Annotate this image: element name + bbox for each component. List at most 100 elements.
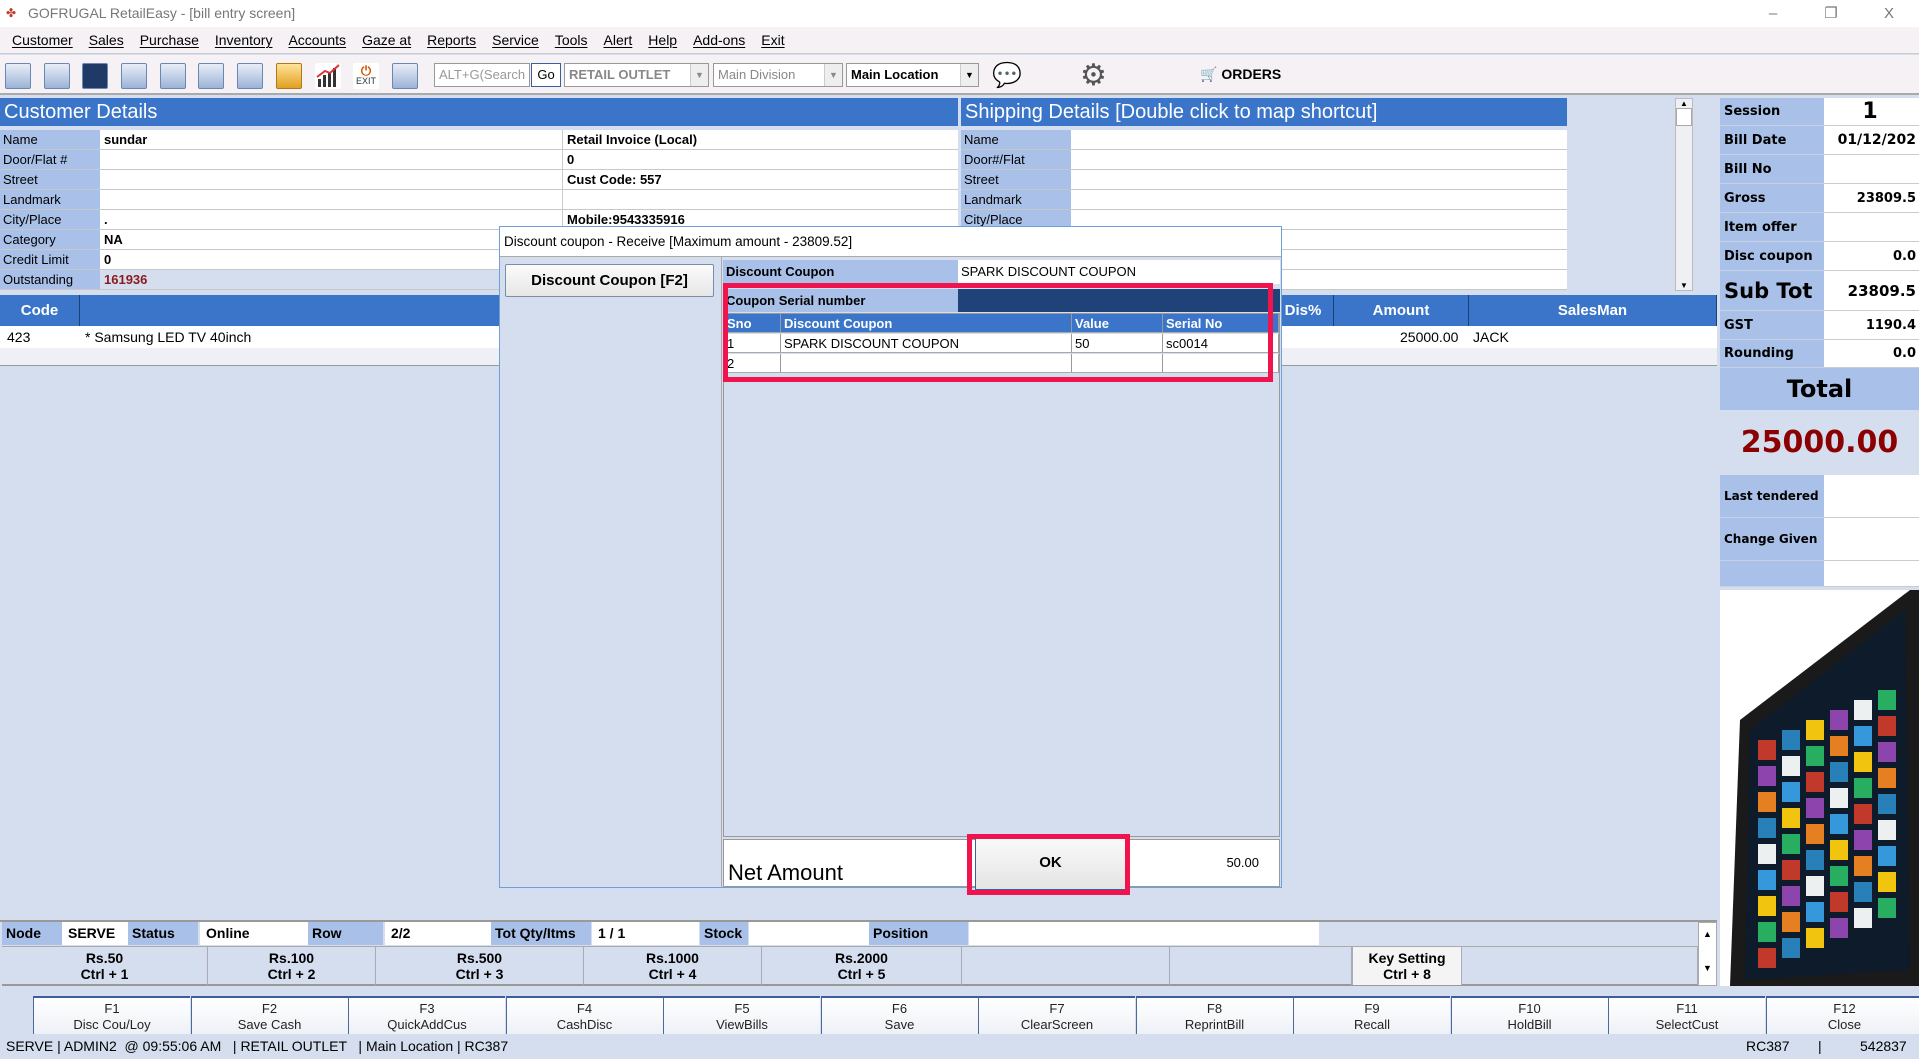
division-select[interactable]: Main Division ▼: [713, 63, 843, 87]
tv-app-tile: [1854, 908, 1872, 928]
shipping-value[interactable]: [1071, 150, 1567, 170]
printer-icon[interactable]: [160, 63, 186, 89]
customers-icon[interactable]: [82, 63, 108, 89]
field-value-door-flat[interactable]: [100, 150, 562, 170]
function-key-f9[interactable]: F9 Recall: [1293, 996, 1450, 1034]
menu-exit[interactable]: Exit: [753, 27, 792, 53]
function-key-f6[interactable]: F6 Save: [820, 996, 978, 1034]
calculator-icon[interactable]: [5, 63, 31, 89]
menu-add-ons[interactable]: Add-ons: [685, 27, 753, 53]
column-amount[interactable]: Amount: [1334, 295, 1469, 326]
menu-bar: Customer Sales Purchase Inventory Accoun…: [0, 27, 1919, 54]
function-key-f3[interactable]: F3 QuickAddCus: [348, 996, 505, 1034]
exit-button[interactable]: ⏻ EXIT: [353, 63, 379, 89]
denomination-button[interactable]: Rs.1000 Ctrl + 4: [584, 947, 762, 985]
scroll-thumb[interactable]: [1676, 108, 1692, 126]
location-select[interactable]: Main Location ▼: [846, 63, 979, 87]
scroll-up-icon[interactable]: ▲: [1699, 929, 1716, 939]
scroll-up-icon[interactable]: ▲: [1676, 99, 1692, 108]
denomination-button[interactable]: Rs.2000 Ctrl + 5: [762, 947, 962, 985]
scrollbar[interactable]: ▲ ▼: [1698, 922, 1717, 986]
minimize-button[interactable]: –: [1750, 0, 1796, 27]
tv-app-tile: [1782, 782, 1800, 802]
function-key-f8[interactable]: F8 ReprintBill: [1135, 996, 1293, 1034]
menu-help[interactable]: Help: [640, 27, 685, 53]
discount-coupon-f2-button[interactable]: Discount Coupon [F2]: [505, 264, 714, 297]
search-input[interactable]: ALT+G(Search: [434, 63, 530, 87]
chart-icon[interactable]: [315, 63, 341, 89]
cart-document-icon[interactable]: [237, 63, 263, 89]
field-value-credit-limit[interactable]: 0: [100, 250, 562, 270]
fkey-label: F4: [576, 1001, 593, 1016]
denomination-button[interactable]: Rs.500 Ctrl + 3: [376, 947, 584, 985]
menu-gaze-at[interactable]: Gaze at: [354, 27, 419, 53]
column-code[interactable]: Code: [0, 295, 80, 326]
menu-customer[interactable]: Customer: [4, 27, 81, 53]
function-key-f11[interactable]: F11 SelectCust: [1608, 996, 1765, 1034]
tv-app-tile: [1782, 808, 1800, 828]
scroll-down-icon[interactable]: ▼: [1676, 281, 1692, 290]
column-dis[interactable]: Dis%: [1273, 295, 1334, 326]
function-key-f4[interactable]: F4 CashDisc: [505, 996, 663, 1034]
column-salesman[interactable]: SalesMan: [1469, 295, 1717, 326]
scrollbar[interactable]: ▲ ▼: [1675, 98, 1693, 291]
gst-value: 1190.4: [1824, 311, 1919, 340]
function-key-f2[interactable]: F2 Save Cash: [190, 996, 348, 1034]
fkey-label: F1: [104, 1001, 120, 1016]
node-label: Node: [2, 922, 62, 945]
exit-label: EXIT: [355, 76, 376, 86]
field-value-landmark[interactable]: [100, 190, 562, 210]
outlet-select[interactable]: RETAIL OUTLET ▼: [564, 63, 709, 87]
subtot-label: Sub Tot: [1720, 271, 1824, 311]
report-icon[interactable]: [392, 63, 418, 89]
fkey-label: F9: [1364, 1001, 1380, 1016]
orders-button[interactable]: 🛒 ORDERS: [1200, 66, 1281, 83]
fkey-action: ViewBills: [716, 1017, 768, 1032]
function-key-f12[interactable]: F12 Close: [1765, 996, 1919, 1034]
field-value-outstanding[interactable]: 161936: [100, 270, 562, 290]
bill-cart-icon[interactable]: [44, 63, 70, 89]
tv-app-tile: [1806, 746, 1824, 766]
status-label: Status: [128, 922, 198, 945]
menu-inventory[interactable]: Inventory: [207, 27, 281, 53]
function-key-f10[interactable]: F10 HoldBill: [1450, 996, 1608, 1034]
field-value-street[interactable]: [100, 170, 562, 190]
denomination-button[interactable]: Rs.50 Ctrl + 1: [2, 947, 208, 985]
folder-icon[interactable]: [276, 63, 302, 89]
menu-reports[interactable]: Reports: [419, 27, 484, 53]
shipping-label: Door#/Flat: [961, 150, 1071, 170]
field-value-name[interactable]: sundar: [100, 130, 562, 150]
menu-purchase[interactable]: Purchase: [132, 27, 207, 53]
chat-bubbles-icon[interactable]: 💬: [992, 61, 1022, 90]
barcode-icon[interactable]: [121, 63, 147, 89]
document-icon[interactable]: [198, 63, 224, 89]
menu-sales[interactable]: Sales: [81, 27, 132, 53]
coupon-value[interactable]: SPARK DISCOUNT COUPON: [961, 260, 1136, 284]
field-label-landmark: Landmark: [0, 190, 100, 210]
key-setting-button[interactable]: Key Setting Ctrl + 8: [1352, 947, 1462, 985]
fkey-action: Recall: [1353, 1017, 1391, 1032]
bill-no-label: Bill No: [1720, 155, 1824, 184]
go-button[interactable]: Go: [531, 63, 561, 87]
shipping-value[interactable]: [1071, 170, 1567, 190]
tv-app-tile: [1878, 768, 1896, 788]
function-key-f5[interactable]: F5 ViewBills: [663, 996, 820, 1034]
menu-service[interactable]: Service: [484, 27, 547, 53]
shipping-value[interactable]: [1071, 190, 1567, 210]
totqty-label: Tot Qty/Itms: [491, 922, 591, 945]
shipping-details-header[interactable]: Shipping Details [Double click to map sh…: [961, 98, 1567, 126]
restore-button[interactable]: ❐: [1808, 0, 1854, 27]
tv-app-tile: [1806, 850, 1824, 870]
denomination-button[interactable]: Rs.100 Ctrl + 2: [208, 947, 376, 985]
menu-alert[interactable]: Alert: [596, 27, 641, 53]
menu-tools[interactable]: Tools: [547, 27, 596, 53]
field-value-category[interactable]: NA: [100, 230, 562, 250]
scroll-down-icon[interactable]: ▼: [1699, 963, 1716, 973]
menu-accounts[interactable]: Accounts: [280, 27, 354, 53]
field-value-city-place[interactable]: .: [100, 210, 562, 230]
function-key-f7[interactable]: F7 ClearScreen: [978, 996, 1135, 1034]
shipping-value[interactable]: [1071, 130, 1567, 150]
gear-icon[interactable]: ⚙: [1080, 58, 1107, 93]
close-button[interactable]: X: [1866, 0, 1912, 27]
function-key-f1[interactable]: F1 Disc Cou/Loy: [33, 996, 190, 1034]
